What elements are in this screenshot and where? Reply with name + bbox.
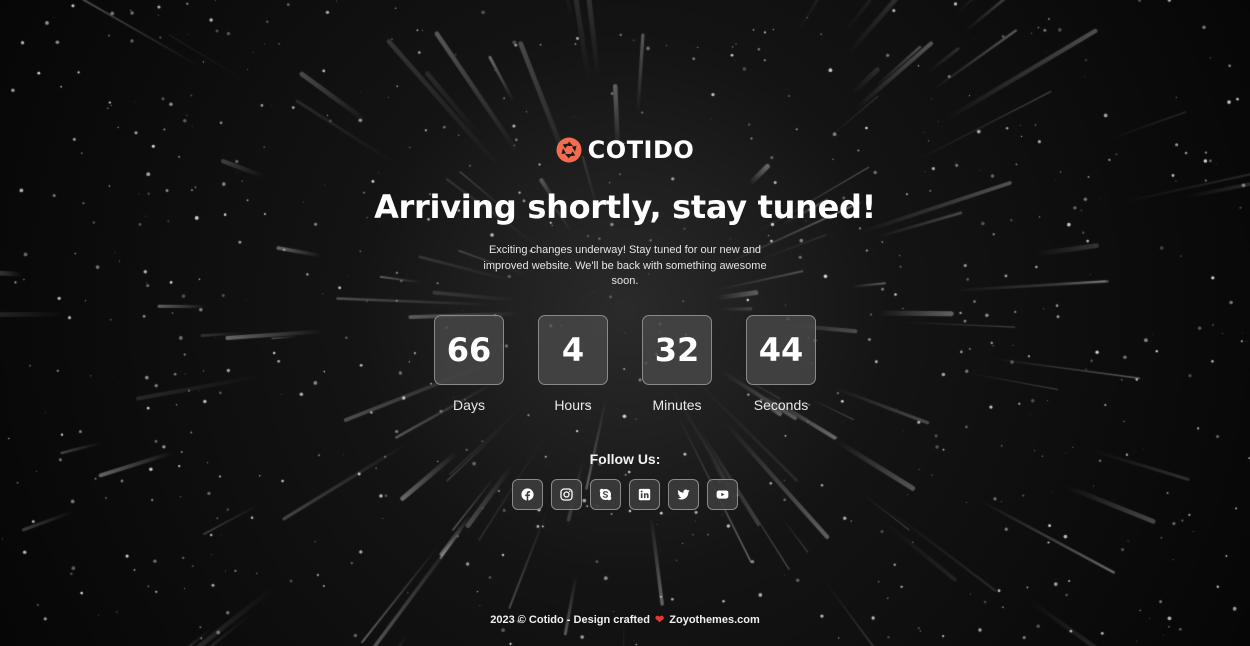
youtube-link[interactable] — [707, 479, 738, 510]
countdown-hours-value: 4 — [538, 315, 608, 385]
instagram-link[interactable] — [551, 479, 582, 510]
brand-logo[interactable]: COTIDO — [0, 136, 1250, 164]
skype-link[interactable] — [590, 479, 621, 510]
countdown-seconds-label: Seconds — [753, 397, 809, 413]
countdown-days-label: Days — [453, 397, 485, 413]
aperture-icon — [556, 137, 582, 163]
coming-soon-page: COTIDO Arriving shortly, stay tuned! Exc… — [0, 0, 1250, 646]
facebook-icon — [521, 488, 534, 501]
brand-name: COTIDO — [587, 136, 695, 164]
twitter-icon — [677, 489, 690, 500]
heart-icon: ❤ — [655, 614, 665, 626]
instagram-icon — [560, 488, 573, 501]
footer-link[interactable]: Zoyothemes.com — [669, 614, 759, 626]
facebook-link[interactable] — [512, 479, 543, 510]
twitter-link[interactable] — [668, 479, 699, 510]
countdown-minutes-value: 32 — [642, 315, 712, 385]
follow-us-title: Follow Us: — [589, 451, 661, 467]
page-description: Exciting changes underway! Stay tuned fo… — [483, 244, 767, 287]
youtube-icon — [716, 490, 729, 499]
linkedin-icon — [638, 488, 651, 501]
countdown-hours-label: Hours — [554, 397, 592, 413]
skype-icon — [599, 488, 612, 501]
countdown-minutes: 32 Minutes — [641, 315, 713, 413]
social-links — [0, 479, 1250, 510]
page-headline: Arriving shortly, stay tuned! — [374, 188, 876, 226]
countdown-minutes-label: Minutes — [652, 397, 702, 413]
countdown-days: 66 Days — [433, 315, 505, 413]
countdown-hours: 4 Hours — [537, 315, 609, 413]
countdown-days-value: 66 — [434, 315, 504, 385]
countdown-seconds-value: 44 — [746, 315, 816, 385]
footer-copyright: 2023 © Cotido - Design crafted — [490, 614, 650, 626]
linkedin-link[interactable] — [629, 479, 660, 510]
countdown-seconds: 44 Seconds — [745, 315, 817, 413]
footer: 2023 © Cotido - Design crafted ❤ Zoyothe… — [0, 613, 1250, 626]
countdown-timer: 66 Days 4 Hours 32 Minutes 44 Seconds — [0, 315, 1250, 413]
